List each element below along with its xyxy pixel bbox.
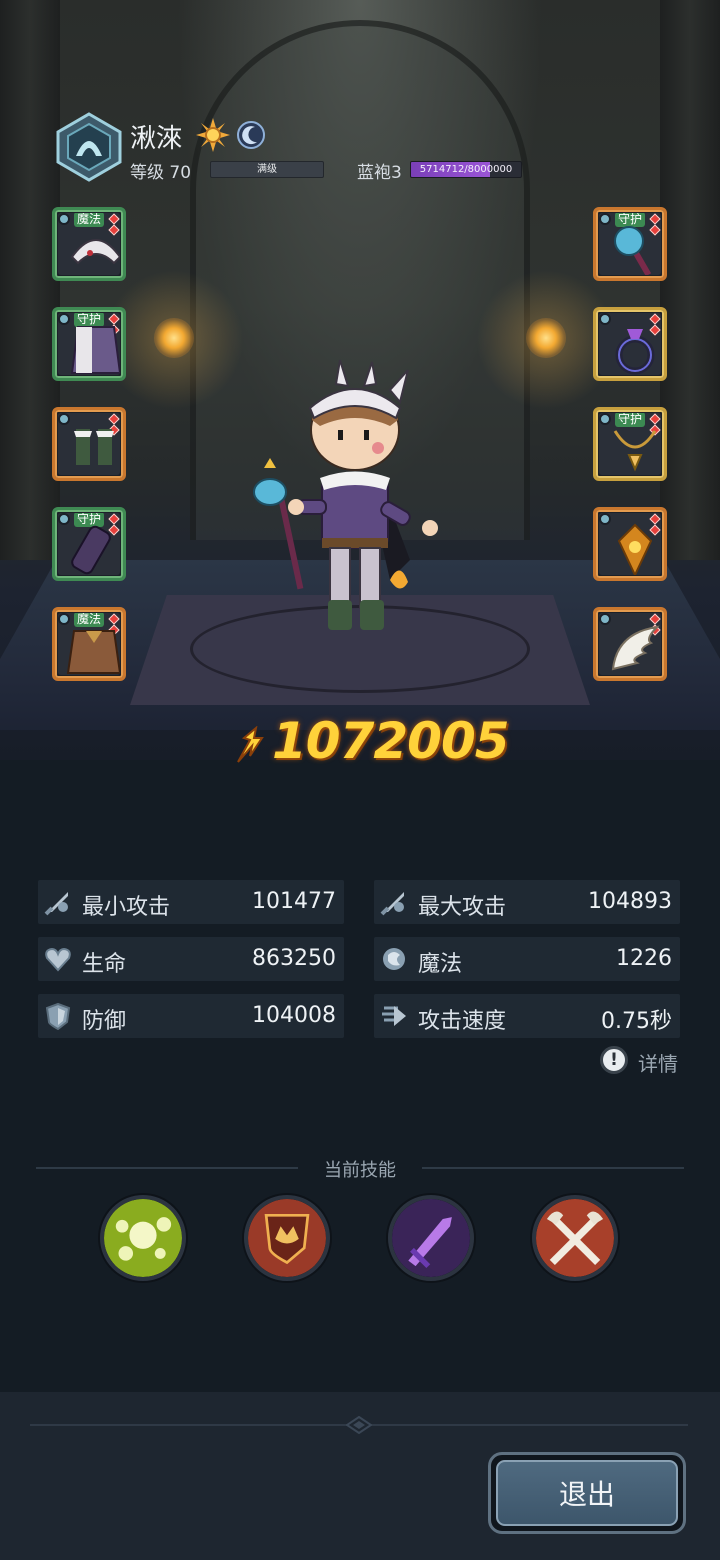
stat-label: 魔法 [418, 952, 463, 977]
stat-row: 生命 863250 [38, 937, 344, 981]
class-emblem-icon[interactable] [54, 112, 124, 182]
equipment-slot-right-4[interactable] [593, 507, 667, 581]
detail-label: 详情 [638, 1052, 678, 1076]
crossed-axes-skill-icon [536, 1199, 614, 1277]
stat-row: 防御 104008 [38, 994, 344, 1038]
skill-slot-4[interactable] [532, 1195, 618, 1281]
stat-row: 最小攻击 101477 [38, 880, 344, 924]
moon-badge-icon [236, 120, 266, 150]
equipment-slot-left-4[interactable]: 守护 [52, 507, 126, 581]
stat-label: 生命 [82, 952, 127, 977]
skills-title: 当前技能 [324, 1160, 396, 1181]
necklace-icon [613, 430, 657, 472]
equipment-slot-inner [58, 413, 120, 475]
level-status-bar: 满级 [210, 161, 324, 178]
equipment-slot-inner: 守护 [599, 213, 661, 275]
skill-slot-2[interactable] [244, 1195, 330, 1281]
equipment-slot-inner: 守护 [599, 413, 661, 475]
equipment-slot-inner: 魔法 [58, 613, 120, 675]
bracer-icon [71, 525, 111, 575]
ring-icon [615, 329, 655, 375]
stat-value: 104008 [252, 1003, 336, 1028]
staff-icon [614, 226, 652, 275]
heart-icon [45, 947, 71, 972]
equipment-slot-left-3[interactable] [52, 407, 126, 481]
skill-slot-3[interactable] [388, 1195, 474, 1281]
exp-progress-text: 5714712/8000000 [419, 164, 513, 175]
wing-icon [611, 625, 660, 671]
stat-label: 最大攻击 [418, 895, 507, 920]
info-icon: ! [600, 1046, 628, 1074]
stat-value: 1226 [616, 946, 672, 971]
exit-button-label: 退出 [496, 1460, 678, 1526]
talisman-icon [617, 523, 653, 575]
right-pillar [660, 0, 720, 560]
stat-row: 最大攻击 104893 [374, 880, 680, 924]
stat-value: 863250 [252, 946, 336, 971]
equipment-slot-right-5[interactable] [593, 607, 667, 681]
stat-row: 魔法 1226 [374, 937, 680, 981]
shield-icon [45, 1002, 71, 1030]
combat-power-value: 1072005 [272, 712, 510, 770]
sword-icon [44, 892, 68, 916]
skill-slot-1[interactable] [100, 1195, 186, 1281]
left-pillar [0, 0, 60, 560]
orbs-skill-icon [104, 1199, 182, 1277]
equipment-slot-inner [599, 513, 661, 575]
equipment-slot-inner [599, 313, 661, 375]
stat-label: 攻击速度 [418, 1009, 507, 1034]
hero-character[interactable] [240, 350, 460, 670]
magic-icon [383, 948, 405, 970]
divider-ornament-icon [345, 1415, 373, 1435]
shield-crest-skill-icon [248, 1199, 326, 1277]
right-torch-icon [526, 318, 566, 358]
speed-icon [382, 1006, 406, 1026]
exit-button[interactable]: 退出 [488, 1452, 686, 1534]
power-icon [232, 725, 268, 766]
stat-label: 防御 [82, 1009, 127, 1034]
helmet-icon [70, 239, 120, 265]
stat-value: 101477 [252, 889, 336, 914]
equipment-slot-right-2[interactable] [593, 307, 667, 381]
sword-icon [380, 892, 404, 916]
stat-value: 104893 [588, 889, 672, 914]
stat-label: 最小攻击 [82, 895, 171, 920]
cloak-icon [66, 630, 120, 674]
hero-name: 湫淶 [130, 124, 183, 154]
equipment-slot-left-1[interactable]: 魔法 [52, 207, 126, 281]
equipment-slot-inner: 守护 [58, 313, 120, 375]
exp-progress-bar: 5714712/8000000 [410, 161, 522, 178]
dagger-skill-icon [392, 1199, 470, 1277]
boots-icon [74, 429, 114, 465]
level-label: 等级 70 [130, 163, 192, 183]
equipment-slot-inner: 守护 [58, 513, 120, 575]
sun-badge-icon [196, 118, 230, 152]
stat-value: 0.75秒 [601, 1009, 672, 1034]
armor-icon [70, 326, 120, 374]
stat-row: 攻击速度 0.75秒 [374, 994, 680, 1038]
equipment-slot-right-3[interactable]: 守护 [593, 407, 667, 481]
equipment-slot-inner [599, 613, 661, 675]
equipment-slot-left-2[interactable]: 守护 [52, 307, 126, 381]
equipment-slot-inner: 魔法 [58, 213, 120, 275]
left-torch-icon [154, 318, 194, 358]
rank-label: 蓝袍3 [357, 163, 402, 183]
equipment-slot-left-5[interactable]: 魔法 [52, 607, 126, 681]
equipment-slot-right-1[interactable]: 守护 [593, 207, 667, 281]
